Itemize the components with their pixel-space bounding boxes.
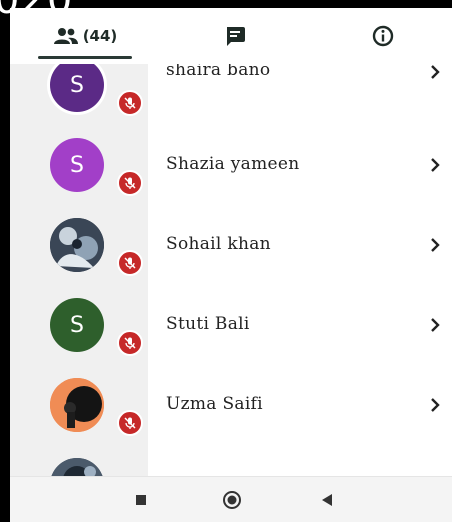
info-icon — [372, 25, 394, 47]
participant-row[interactable]: S Stuti Bali — [10, 286, 452, 366]
chevron-right-icon — [431, 158, 440, 172]
avatar: S — [50, 298, 104, 352]
chevron-right-icon — [431, 238, 440, 252]
recents-button[interactable] — [128, 487, 154, 513]
avatar-initial: S — [70, 72, 84, 98]
participant-name: Sohail khan — [166, 234, 271, 254]
participant-list: S shaira bano S Shazia yameen Sohail kha… — [10, 64, 452, 476]
circle-icon — [223, 491, 241, 509]
avatar-photo — [50, 378, 104, 432]
chevron-right-icon — [431, 65, 440, 79]
tab-chat[interactable] — [215, 8, 255, 64]
mic-muted-icon — [117, 90, 143, 116]
chevron-right-icon — [431, 318, 440, 332]
back-button[interactable] — [314, 487, 340, 513]
participant-row[interactable]: S Shazia yameen — [10, 126, 452, 206]
participant-row[interactable] — [10, 446, 452, 476]
participant-row[interactable]: S shaira bano — [10, 64, 452, 126]
participant-row[interactable]: Uzma Saifi — [10, 366, 452, 446]
participant-name: Uzma Saifi — [166, 394, 263, 414]
people-icon — [53, 28, 78, 44]
participant-count: (44) — [82, 27, 118, 45]
avatar-initial: S — [70, 312, 84, 338]
avatar — [50, 378, 104, 432]
triangle-back-icon — [322, 494, 332, 506]
active-tab-indicator — [38, 56, 132, 59]
android-nav-bar — [10, 476, 452, 522]
home-button[interactable] — [219, 487, 245, 513]
participant-name: shaira bano — [166, 64, 271, 80]
mic-muted-icon — [117, 410, 143, 436]
tab-bar: (44) — [10, 8, 452, 64]
avatar-photo — [50, 218, 104, 272]
participant-row[interactable]: Sohail khan — [10, 206, 452, 286]
screen: 020 (44) S shaira bano S Shazia yameen S… — [0, 0, 452, 522]
avatar — [50, 458, 104, 476]
mic-muted-icon — [117, 170, 143, 196]
avatar-initial: S — [70, 152, 84, 178]
meeting-participants-panel: (44) S shaira bano S Shazia yameen Sohai… — [10, 8, 452, 522]
tab-info[interactable] — [363, 8, 403, 64]
participant-name: Shazia yameen — [166, 154, 300, 174]
mic-muted-icon — [117, 330, 143, 356]
avatar — [50, 218, 104, 272]
avatar-photo — [50, 458, 104, 476]
avatar: S — [50, 138, 104, 192]
participant-name: Stuti Bali — [166, 314, 250, 334]
square-icon — [136, 495, 146, 505]
chat-icon — [227, 27, 245, 46]
status-clip-text: 020 — [0, 0, 74, 23]
chevron-right-icon — [431, 398, 440, 412]
mic-muted-icon — [117, 250, 143, 276]
avatar: S — [50, 64, 104, 112]
